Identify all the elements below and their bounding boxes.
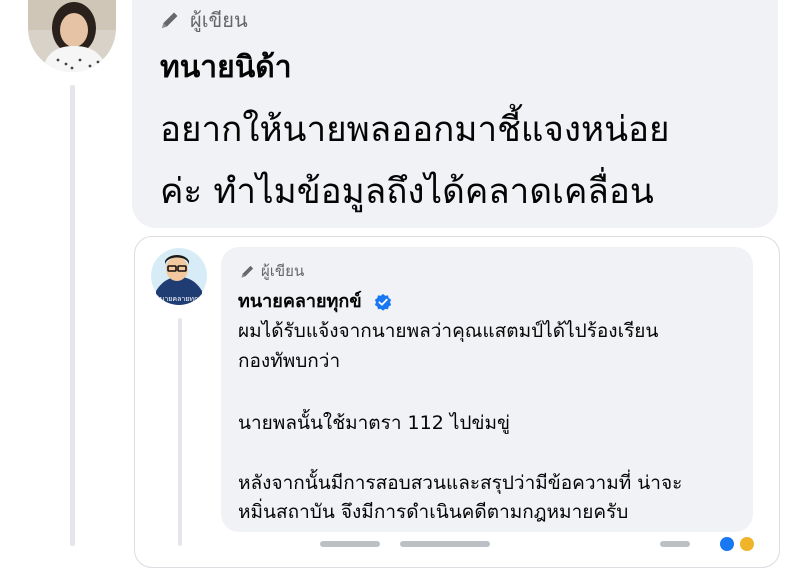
comment-text-line-2: ค่ะ ทำไมข้อมูลถึงได้คลาดเคลื่อน bbox=[160, 172, 654, 212]
shared-author-tag: ผู้เขียน bbox=[240, 259, 304, 283]
shared-text-line-4: หลังจากนั้นมีการสอบสวนและสรุปว่ามีข้อควา… bbox=[238, 472, 683, 494]
avatar-commenter[interactable] bbox=[28, 0, 116, 72]
avatar-shared-author[interactable]: ทนายคลายทุกข์ bbox=[150, 247, 208, 305]
verified-badge-icon bbox=[374, 293, 392, 311]
comment-text-line-1: อยากให้นายพลออกมาชี้แจงหน่อย bbox=[160, 110, 670, 150]
pencil-icon bbox=[162, 12, 178, 28]
avatar-photo bbox=[28, 0, 116, 72]
avatar-cartoon: ทนายคลายทุกข์ bbox=[150, 247, 208, 305]
shared-text-line-5: หมิ่นสถาบัน จึงมีการดำเนินคดีตามกฎหมายคร… bbox=[238, 501, 629, 523]
thread-line bbox=[70, 85, 75, 546]
shared-author-name-row: ทนายคลายทุกข์ bbox=[238, 286, 392, 315]
shared-text-line-1: ผมได้รับแจ้งจากนายพลว่าคุณแสตมป์ได้ไปร้อ… bbox=[238, 320, 659, 342]
shared-author-name[interactable]: ทนายคลายทุกข์ bbox=[238, 291, 362, 312]
shared-author-tag-label: ผู้เขียน bbox=[261, 262, 305, 280]
shared-text-line-3: นายพลนั้นใช้มาตรา 112 ไปข่มขู่ bbox=[238, 412, 510, 434]
shared-thread-line bbox=[178, 318, 182, 546]
reaction-row-cutoff bbox=[300, 537, 780, 551]
like-reaction-icon bbox=[720, 537, 734, 551]
author-tag-label: ผู้เขียน bbox=[190, 8, 248, 32]
love-reaction-icon bbox=[740, 537, 754, 551]
commenter-name[interactable]: ทนายนิด้า bbox=[160, 44, 292, 91]
shared-text-line-2: กองทัพบกว่า bbox=[238, 350, 341, 372]
pencil-icon bbox=[241, 265, 254, 277]
author-tag: ผู้เขียน bbox=[160, 4, 248, 36]
